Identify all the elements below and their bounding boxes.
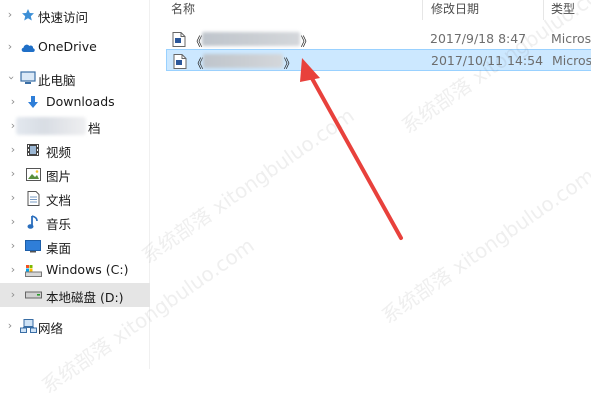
- chevron-right-icon[interactable]: ›: [8, 96, 18, 108]
- computer-icon: [19, 70, 37, 86]
- nav-network[interactable]: › 网络: [0, 314, 150, 338]
- chevron-right-icon[interactable]: ›: [8, 192, 18, 204]
- file-type: Micros: [552, 53, 591, 68]
- redacted-blur: [203, 54, 283, 68]
- nav-videos[interactable]: › 视频: [0, 138, 150, 162]
- redacted-blur: [202, 32, 300, 46]
- chevron-right-icon[interactable]: ›: [8, 289, 18, 301]
- chevron-right-icon[interactable]: ›: [5, 320, 15, 332]
- nav-label: 文档: [46, 193, 72, 208]
- nav-label: 图片: [46, 169, 72, 184]
- chevron-right-icon[interactable]: ›: [8, 216, 18, 228]
- nav-quick-access[interactable]: › 快速访问: [0, 3, 150, 27]
- file-row-selected[interactable]: 《 》 2017/10/11 14:54 Micros: [166, 49, 591, 71]
- network-icon: [19, 318, 37, 334]
- desktop-icon: [24, 238, 42, 254]
- column-header-name[interactable]: 名称: [171, 0, 195, 22]
- nav-desktop[interactable]: › 桌面: [0, 234, 150, 258]
- nav-label: 此电脑: [38, 73, 76, 88]
- file-name-prefix: 《: [190, 34, 203, 49]
- nav-drive-d[interactable]: › 本地磁盘 (D:): [0, 283, 150, 307]
- nav-label: 档: [88, 121, 101, 136]
- film-icon: [24, 142, 42, 158]
- redacted-blur: [16, 117, 86, 135]
- file-row[interactable]: 《 》 2017/9/18 8:47 Micros: [166, 28, 591, 50]
- nav-pictures[interactable]: › 图片: [0, 162, 150, 186]
- picture-icon: [24, 166, 42, 182]
- nav-label: 桌面: [46, 241, 72, 256]
- watermark: 系统部落 xitongbuluo.com: [376, 163, 591, 329]
- column-header-date-modified[interactable]: 修改日期: [431, 0, 479, 22]
- nav-label: Windows (C:): [46, 262, 129, 277]
- nav-label: 快速访问: [38, 10, 89, 25]
- nav-label: 视频: [46, 145, 72, 160]
- nav-label: Downloads: [46, 94, 115, 109]
- music-note-icon: [24, 214, 42, 230]
- file-date-modified: 2017/9/18 8:47: [430, 31, 527, 46]
- nav-drive-c[interactable]: › Windows (C:): [0, 258, 150, 282]
- chevron-right-icon[interactable]: ›: [5, 9, 15, 21]
- file-type: Micros: [551, 31, 591, 46]
- file-name-suffix: 》: [300, 34, 314, 49]
- chevron-right-icon[interactable]: ›: [8, 144, 18, 156]
- file-name-prefix: 《: [191, 56, 204, 71]
- download-arrow-icon: [24, 94, 42, 110]
- nav-documents[interactable]: › 文档: [0, 186, 150, 210]
- watermark: 系统部落 xitongbuluo.com: [136, 103, 359, 269]
- chevron-right-icon[interactable]: ›: [8, 240, 18, 252]
- star-icon: [19, 7, 37, 23]
- cloud-icon: [19, 39, 37, 55]
- chevron-down-icon[interactable]: ›: [5, 73, 18, 83]
- nav-this-pc[interactable]: › 此电脑: [0, 66, 150, 90]
- chevron-right-icon[interactable]: ›: [5, 41, 15, 53]
- column-header-type[interactable]: 类型: [551, 0, 575, 22]
- nav-music[interactable]: › 音乐: [0, 210, 150, 234]
- nav-label: 音乐: [46, 217, 72, 232]
- word-document-icon: [172, 32, 186, 47]
- nav-onedrive[interactable]: › OneDrive: [0, 35, 150, 59]
- navigation-pane: › 快速访问 › OneDrive › 此电脑 › Downloads › 档 …: [0, 0, 150, 369]
- nav-label: 本地磁盘 (D:): [46, 290, 124, 305]
- column-divider[interactable]: [422, 0, 423, 20]
- file-date-modified: 2017/10/11 14:54: [431, 53, 544, 68]
- column-divider[interactable]: [543, 0, 544, 20]
- nav-label: 网络: [38, 321, 64, 336]
- file-name-suffix: 》: [283, 56, 297, 71]
- nav-label: OneDrive: [38, 39, 97, 54]
- system-drive-icon: [24, 262, 42, 278]
- document-icon: [24, 190, 42, 206]
- chevron-right-icon[interactable]: ›: [8, 264, 18, 276]
- drive-icon: [24, 287, 42, 303]
- nav-downloads[interactable]: › Downloads: [0, 90, 150, 114]
- word-document-icon: [173, 54, 187, 69]
- chevron-right-icon[interactable]: ›: [8, 168, 18, 180]
- nav-documents-blurred[interactable]: › 档: [0, 114, 150, 138]
